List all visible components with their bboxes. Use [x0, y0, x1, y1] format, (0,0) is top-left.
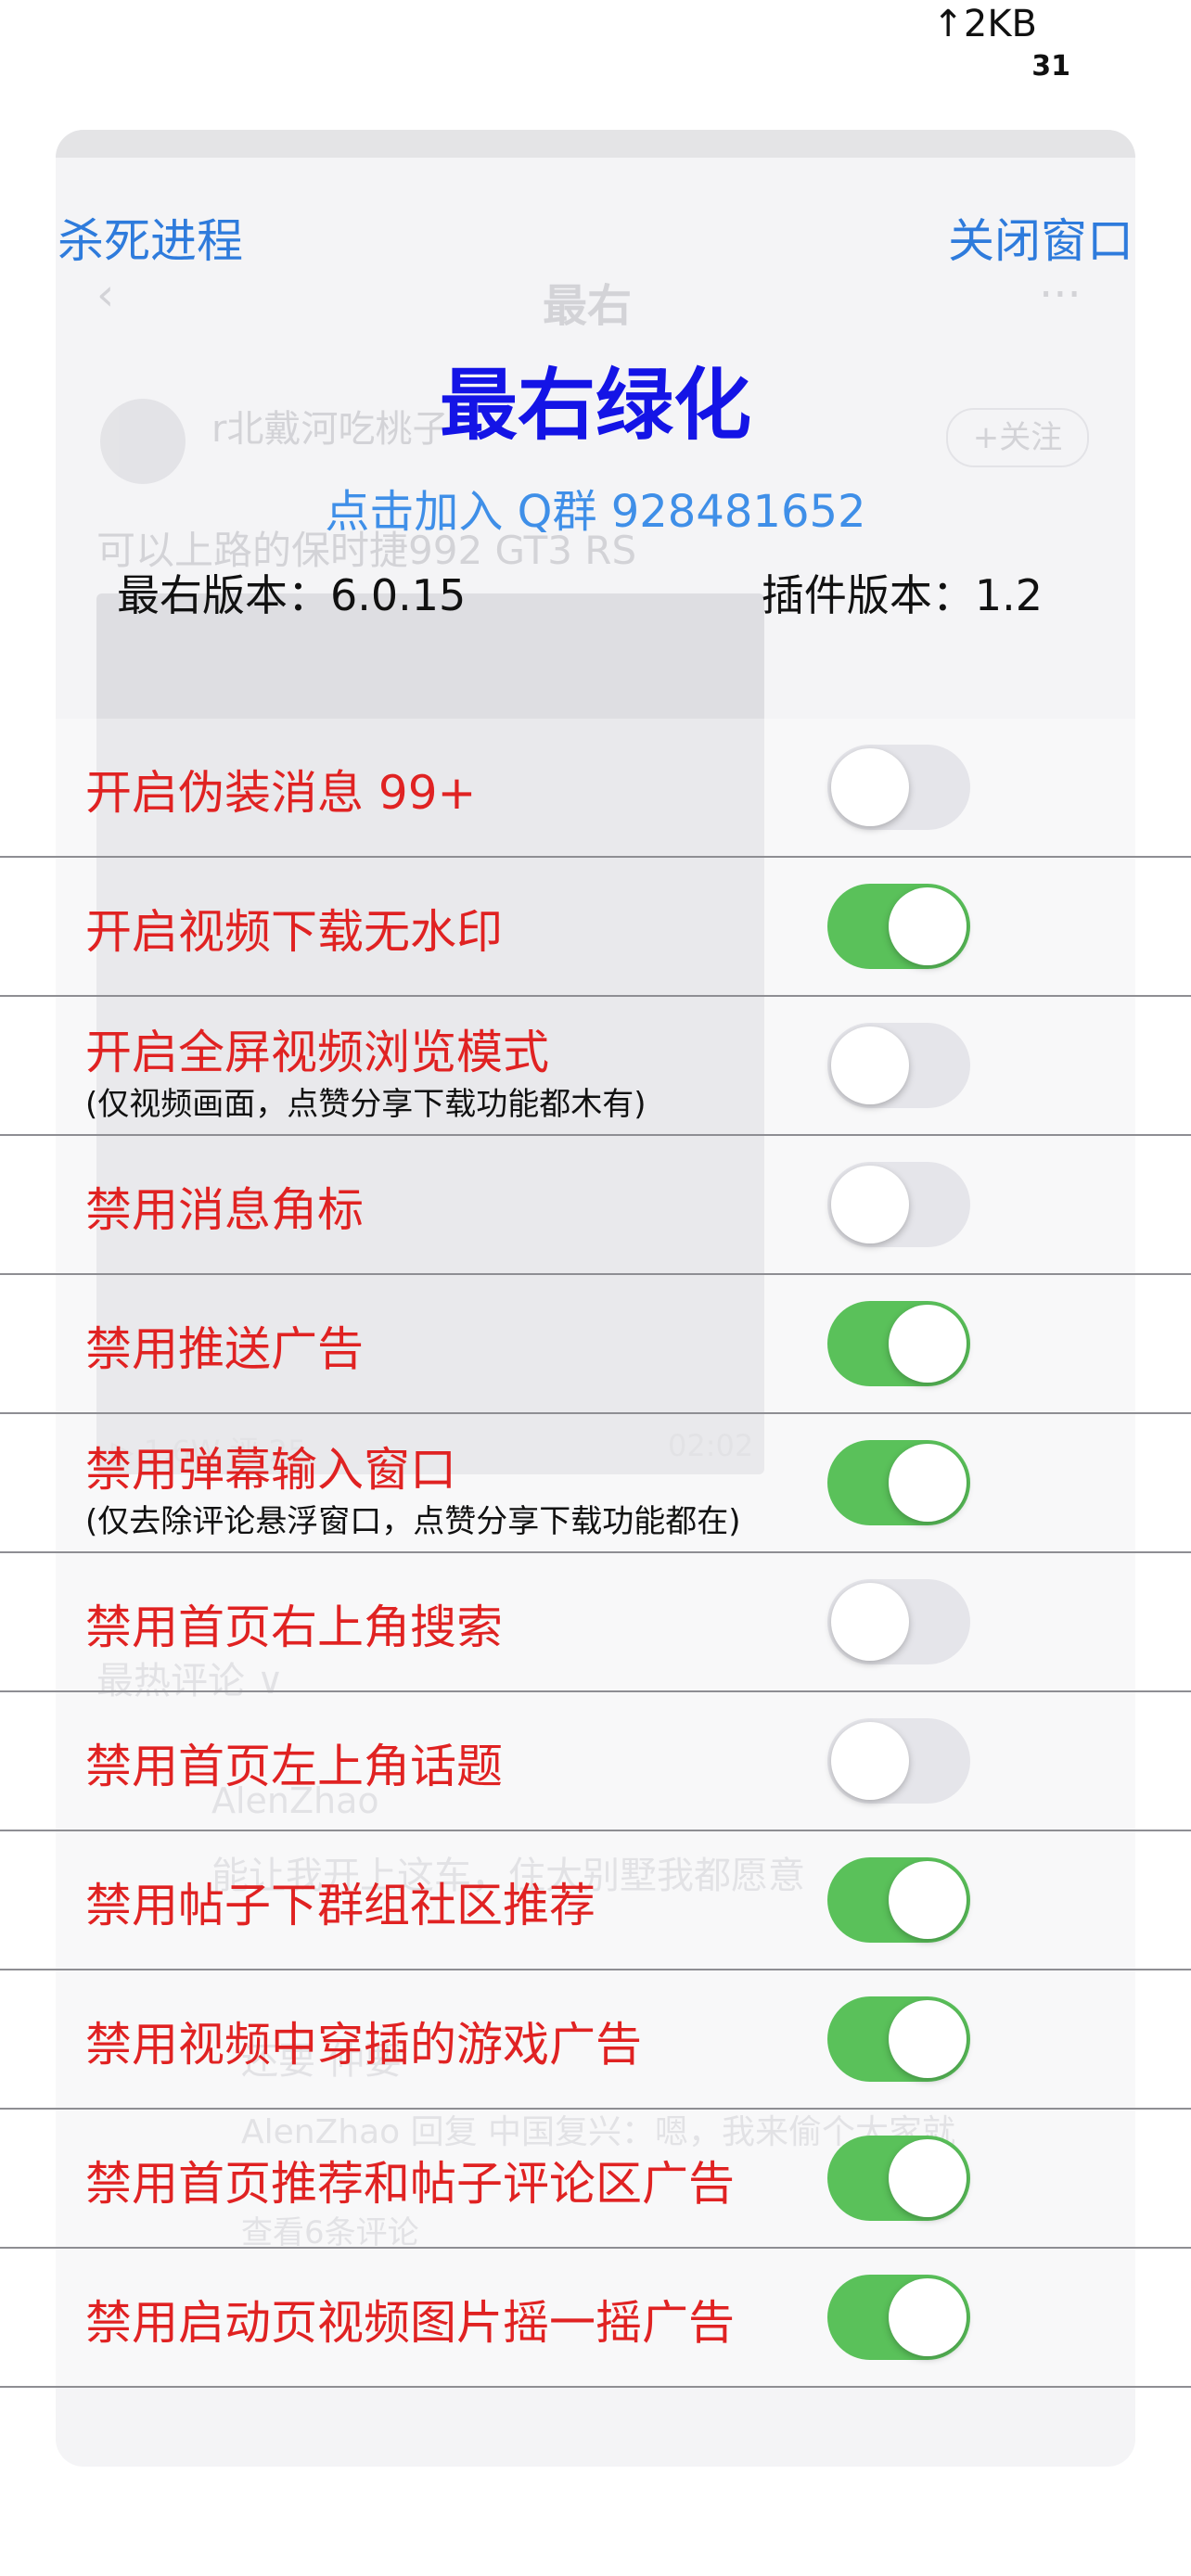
setting-label: 禁用首页推荐和帖子评论区广告 [85, 2157, 735, 2211]
setting-row: 禁用帖子下群组社区推荐 [0, 1831, 1191, 1970]
setting-label: 禁用启动页视频图片摇一摇广告 [85, 2296, 735, 2350]
toggle-knob [831, 1027, 909, 1104]
toggle-knob [889, 2000, 967, 2078]
setting-toggle[interactable] [827, 884, 970, 969]
setting-toggle[interactable] [827, 1857, 970, 1943]
setting-label: 禁用视频中穿插的游戏广告 [85, 2018, 642, 2072]
setting-toggle[interactable] [827, 1023, 970, 1108]
setting-label: 禁用首页右上角搜索 [85, 1600, 503, 1654]
join-qq-group-link[interactable]: 点击加入 Q群 928481652 [0, 475, 1191, 540]
setting-label: 开启视频下载无水印 [85, 905, 503, 959]
setting-row: 禁用弹幕输入窗口 (仅去除评论悬浮窗口，点赞分享下载功能都在) [0, 1414, 1191, 1553]
setting-toggle[interactable] [827, 745, 970, 830]
toggle-knob [889, 2139, 967, 2217]
close-window-button[interactable]: 关闭窗口 [948, 204, 1133, 271]
setting-row: 开启视频下载无水印 [0, 858, 1191, 997]
status-bar: ↑2KB 31 [0, 0, 1191, 121]
network-speed: ↑2KB [932, 3, 1037, 45]
toggle-knob [889, 1444, 967, 1522]
setting-toggle[interactable] [827, 1579, 970, 1664]
toggle-knob [889, 1305, 967, 1383]
background-title: 最右 [543, 280, 633, 332]
setting-row: 禁用视频中穿插的游戏广告 [0, 1970, 1191, 2110]
kill-process-button[interactable]: 杀死进程 [58, 204, 243, 271]
setting-note: (仅视频画面，点赞分享下载功能都木有) [85, 1086, 647, 1123]
setting-toggle[interactable] [827, 1718, 970, 1804]
setting-toggle[interactable] [827, 1996, 970, 2082]
more-icon: ··· [1039, 269, 1082, 321]
setting-toggle[interactable] [827, 2275, 970, 2360]
setting-toggle[interactable] [827, 1301, 970, 1386]
toggle-knob [831, 748, 909, 826]
setting-label: 禁用消息角标 [85, 1183, 364, 1237]
toggle-knob [831, 1583, 909, 1661]
toggle-knob [889, 887, 967, 965]
brand-title: 最右绿化 [439, 360, 751, 451]
setting-row: 禁用启动页视频图片摇一摇广告 [0, 2249, 1191, 2388]
setting-row: 禁用首页左上角话题 [0, 1692, 1191, 1831]
setting-label: 禁用推送广告 [85, 1322, 364, 1376]
setting-row: 开启全屏视频浏览模式 (仅视频画面，点赞分享下载功能都木有) [0, 997, 1191, 1136]
toggle-knob [889, 2278, 967, 2356]
plugin-version: 插件版本：1.2 [761, 570, 1043, 620]
setting-row: 禁用推送广告 [0, 1275, 1191, 1414]
toggle-knob [889, 1861, 967, 1939]
setting-row: 禁用首页推荐和帖子评论区广告 [0, 2110, 1191, 2249]
app-version: 最右版本：6.0.15 [117, 570, 467, 620]
network-subvalue: 31 [1031, 50, 1070, 83]
setting-label: 禁用弹幕输入窗口 [85, 1443, 456, 1497]
setting-toggle[interactable] [827, 1440, 970, 1525]
setting-row: 禁用首页右上角搜索 [0, 1553, 1191, 1692]
setting-toggle[interactable] [827, 1162, 970, 1247]
setting-label: 禁用首页左上角话题 [85, 1740, 503, 1793]
settings-list: 开启伪装消息 99+ 开启视频下载无水印 开启全屏视频浏览模式 (仅视频画面，点… [0, 719, 1191, 2388]
setting-label: 开启全屏视频浏览模式 [85, 1026, 549, 1079]
back-icon: ‹ [96, 269, 115, 321]
toggle-knob [831, 1722, 909, 1800]
setting-note: (仅去除评论悬浮窗口，点赞分享下载功能都在) [85, 1503, 741, 1540]
setting-label: 开启伪装消息 99+ [85, 766, 477, 820]
toggle-knob [831, 1166, 909, 1243]
setting-toggle[interactable] [827, 2136, 970, 2221]
setting-row: 禁用消息角标 [0, 1136, 1191, 1275]
setting-row: 开启伪装消息 99+ [0, 719, 1191, 858]
setting-label: 禁用帖子下群组社区推荐 [85, 1879, 596, 1932]
